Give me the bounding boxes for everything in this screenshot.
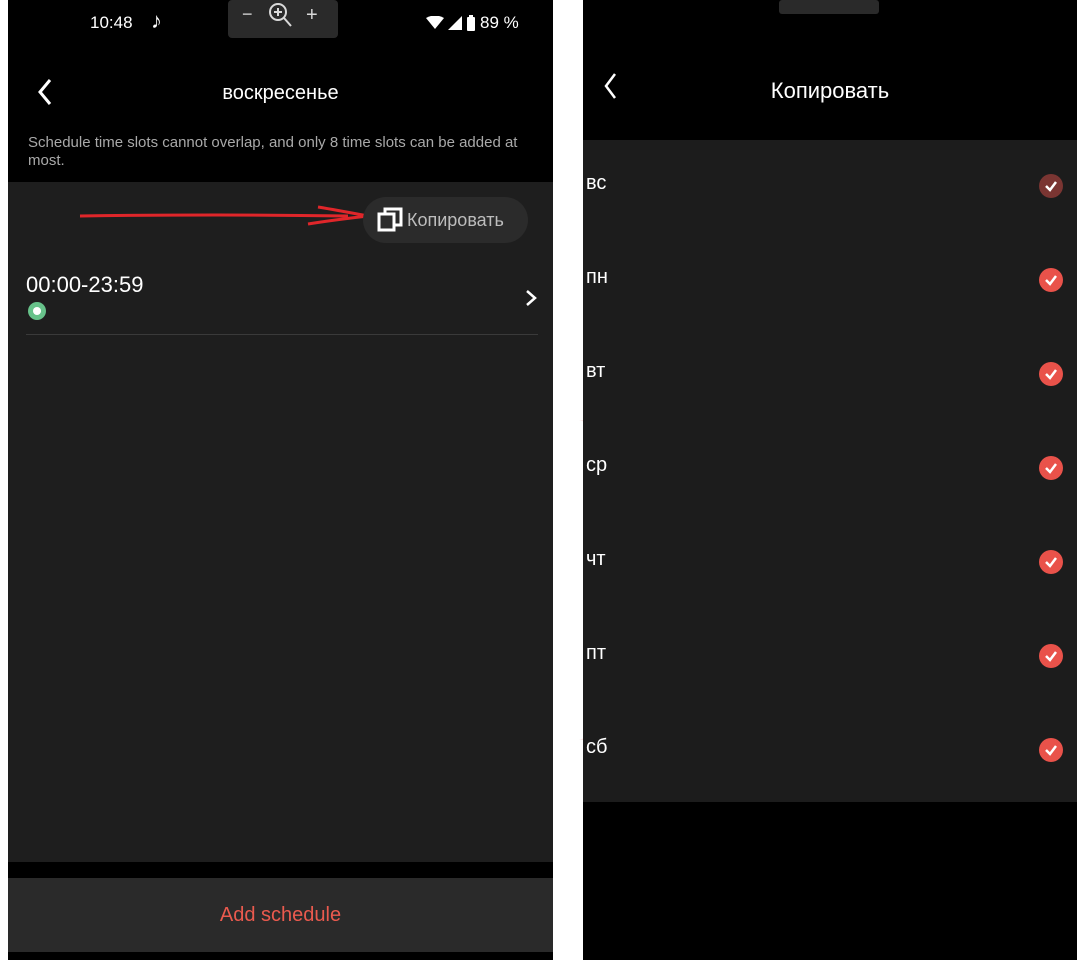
zoom-control[interactable]: − + [228, 0, 338, 38]
status-time: 10:48 [90, 13, 133, 32]
checkbox-checked-icon[interactable] [1039, 268, 1063, 292]
checkbox-checked-icon[interactable] [1039, 644, 1063, 668]
checkbox-checked-icon[interactable] [1039, 738, 1063, 762]
copy-button-label: Копировать [407, 209, 504, 230]
day-row-fri[interactable]: пт [583, 610, 1077, 704]
annotation-red-arrow [79, 205, 369, 226]
time-slot-row[interactable]: 00:00-23:59 [26, 262, 538, 335]
status-bar-partial [583, 0, 1077, 18]
page-title: воскресенье [222, 82, 339, 104]
divider [8, 862, 553, 878]
day-row-wed[interactable]: ср [583, 422, 1077, 516]
day-label: чт [586, 548, 606, 570]
day-label: пт [586, 642, 606, 664]
day-label: пн [586, 266, 608, 288]
add-schedule-button[interactable]: Add schedule [8, 878, 553, 952]
zoom-control-partial [779, 0, 879, 14]
header: Копировать [583, 40, 1077, 130]
copy-button[interactable]: Копировать [363, 197, 528, 243]
signal-icon [448, 16, 462, 30]
schedule-note: Schedule time slots cannot overlap, and … [28, 134, 518, 169]
day-label: сб [586, 736, 608, 758]
schedule-day-screen: 10:48 ♪ − + 89 % воскресенье Schedule ti… [8, 0, 553, 960]
wifi-icon [426, 16, 444, 29]
day-row-mon[interactable]: пн [583, 234, 1077, 328]
chevron-right-icon [526, 290, 537, 306]
copy-days-screen: Копировать вс пн вт ср чт пт сб [583, 0, 1077, 960]
clock-badge-icon [28, 302, 46, 320]
day-row-sun[interactable]: вс [583, 140, 1077, 234]
battery-icon [467, 15, 475, 31]
battery-percent: 89 % [480, 13, 519, 32]
checkbox-checked-icon[interactable] [1039, 456, 1063, 480]
zoom-in-button[interactable]: + [306, 4, 318, 27]
checkbox-checked-icon[interactable] [1039, 550, 1063, 574]
day-row-tue[interactable]: вт [583, 328, 1077, 422]
day-row-thu[interactable]: чт [583, 516, 1077, 610]
zoom-out-button[interactable]: − [242, 4, 253, 25]
tiktok-icon: ♪ [151, 8, 162, 33]
days-list: вс пн вт ср чт пт сб [583, 140, 1077, 802]
day-label: вт [586, 360, 606, 382]
status-icons: 89 % [426, 13, 519, 33]
zoom-icon [266, 0, 294, 35]
copy-icon [377, 207, 403, 232]
page-title: Копировать [770, 78, 890, 103]
day-label: ср [586, 454, 608, 476]
status-bar: 10:48 ♪ − + 89 % [8, 0, 553, 50]
checkbox-checked-icon[interactable] [1039, 174, 1063, 198]
day-row-sat[interactable]: сб [583, 704, 1077, 798]
time-slot-range: 00:00-23:59 [26, 272, 144, 297]
checkbox-checked-icon[interactable] [1039, 362, 1063, 386]
header: воскресенье [8, 60, 553, 130]
day-label: вс [586, 172, 607, 194]
